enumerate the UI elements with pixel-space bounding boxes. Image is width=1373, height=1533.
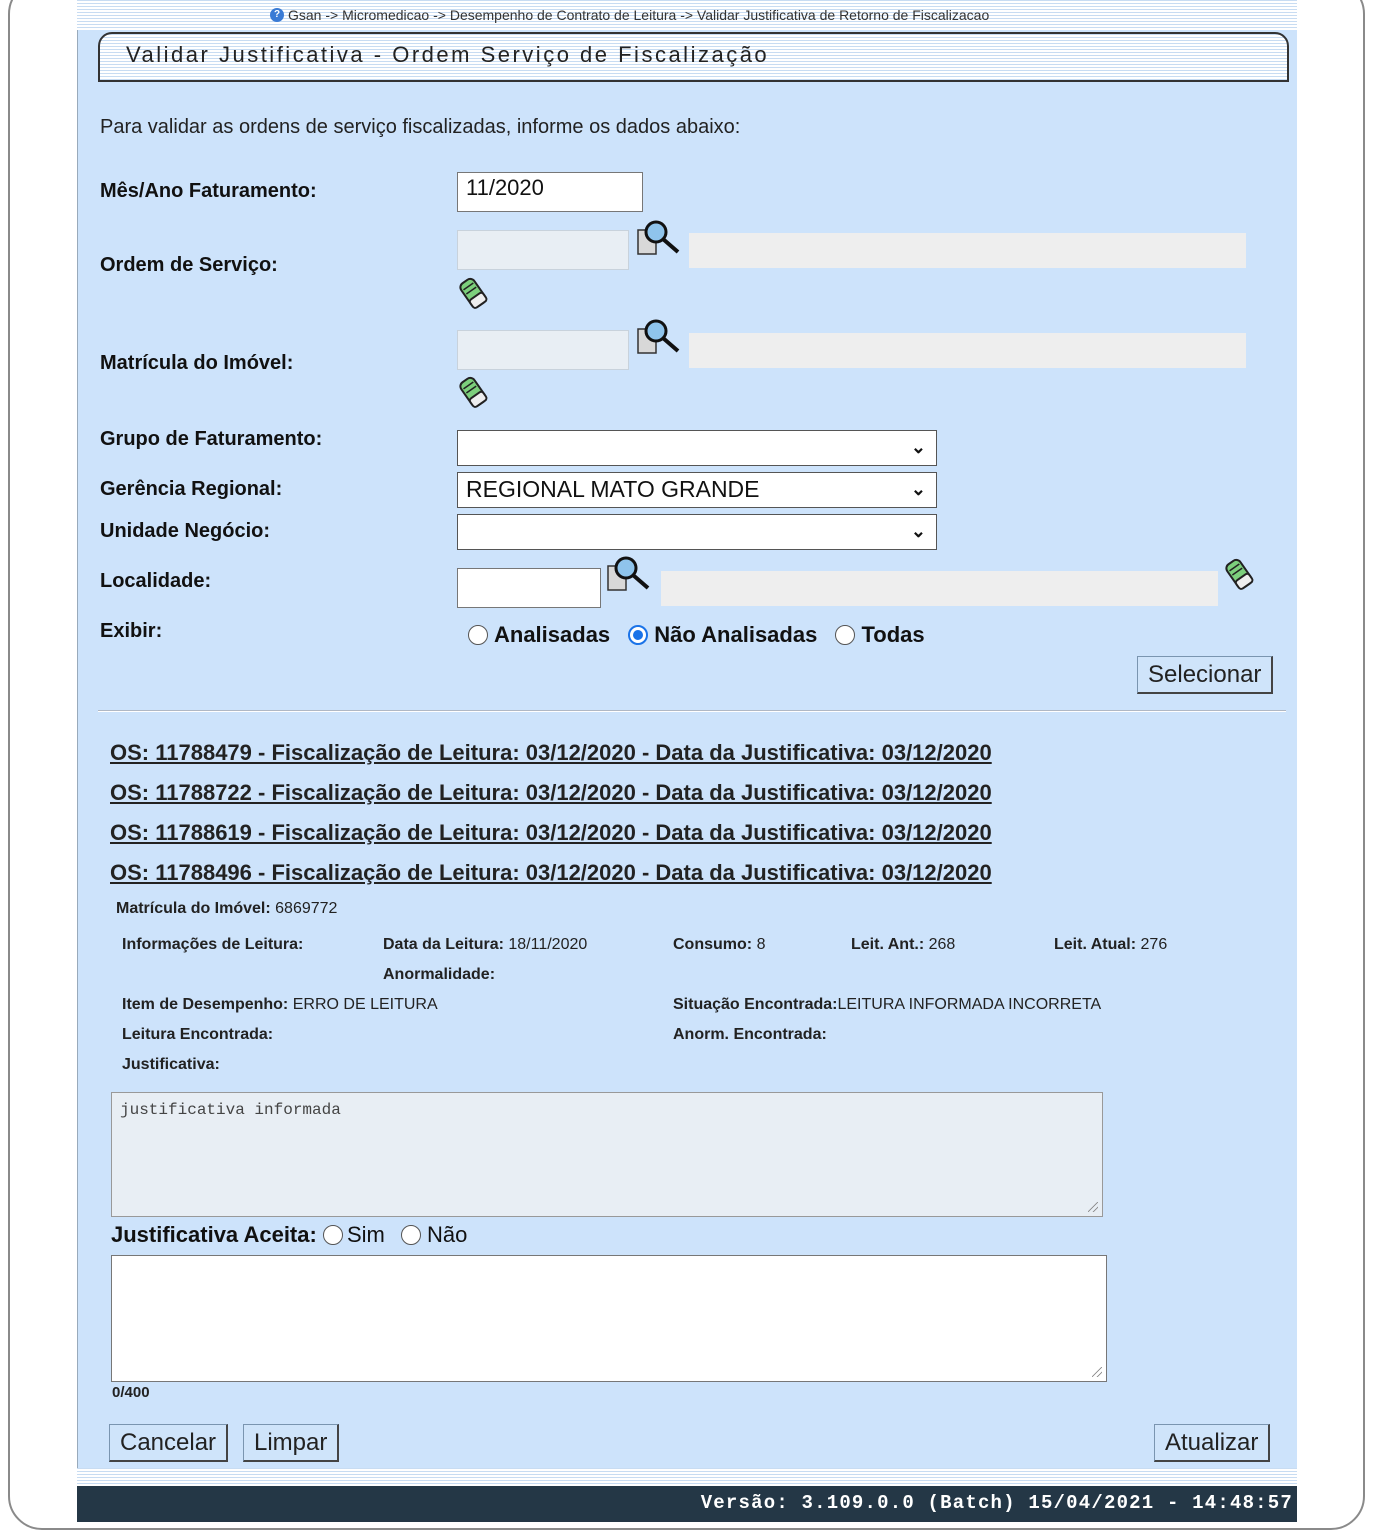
mes-ano-label: Mês/Ano Faturamento: [100,180,317,202]
justificativa-text: justificativa informada [120,1101,341,1119]
ordem-servico-desc [689,233,1246,268]
situacao-encontrada-value: LEITURA INFORMADA INCORRETA [837,996,1102,1013]
radio-nao-analisadas[interactable] [628,625,649,645]
consumo-value: 8 [756,936,766,953]
intro-text: Para validar as ordens de serviço fiscal… [100,116,741,138]
os-link[interactable]: OS: 11788722 - Fiscalização de Leitura: … [110,780,992,806]
search-localidade-icon[interactable] [606,554,654,596]
page-title: Validar Justificativa - Ordem Serviço de… [126,42,770,67]
search-ordem-icon[interactable] [636,218,684,260]
gerencia-regional-value: REGIONAL MATO GRANDE [466,476,760,502]
consumo: Consumo: 8 [673,936,766,953]
os-link[interactable]: OS: 11788619 - Fiscalização de Leitura: … [110,820,992,846]
eraser-localidade-icon[interactable] [1224,556,1254,592]
main-panel: Validar Justificativa - Ordem Serviço de… [77,30,1297,1468]
anormalidade-label: Anormalidade: [383,966,496,983]
footer-stripes [77,1468,1297,1486]
unidade-negocio-select[interactable]: ⌄ [457,514,937,550]
mes-ano-input[interactable]: 11/2020 [457,172,643,212]
grupo-faturamento-label: Grupo de Faturamento: [100,428,323,450]
os-link[interactable]: OS: 11788479 - Fiscalização de Leitura: … [110,740,992,766]
unidade-negocio-label: Unidade Negócio: [100,520,271,542]
leit-atual-value: 276 [1140,936,1168,953]
anorm-encontrada-label: Anorm. Encontrada: [673,1026,827,1043]
separator [98,710,1286,712]
radio-nao-analisadas-label: Não Analisadas [654,622,818,647]
breadcrumb: ? Gsan -> Micromedicao -> Desempenho de … [270,6,1297,24]
selecionar-button[interactable]: Selecionar [1137,656,1274,694]
localidade-input[interactable] [457,568,601,608]
help-icon[interactable]: ? [270,8,284,22]
gerencia-regional-select[interactable]: REGIONAL MATO GRANDE ⌄ [457,472,937,508]
ordem-servico-label: Ordem de Serviço: [100,254,278,276]
exibir-label: Exibir: [100,620,163,642]
chevron-down-icon: ⌄ [910,479,926,499]
data-leitura-value: 18/11/2020 [508,936,588,953]
cancelar-button[interactable]: Cancelar [109,1424,229,1462]
atualizar-button[interactable]: Atualizar [1154,1424,1271,1462]
detail-matricula-value: 6869772 [275,900,338,917]
resize-handle-icon[interactable] [1092,1367,1102,1377]
breadcrumb-text: Gsan -> Micromedicao -> Desempenho de Co… [288,7,990,23]
localidade-desc [661,571,1218,606]
exibir-radio-group: Analisadas Não Analisadas Todas [468,622,937,648]
chevron-down-icon: ⌄ [910,437,926,457]
leit-atual: Leit. Atual: 276 [1054,936,1168,953]
radio-todas-label: Todas [861,622,925,647]
justificativa-label: Justificativa: [122,1056,220,1073]
leit-ant-value: 268 [928,936,956,953]
radio-nao[interactable] [400,1225,421,1245]
justificativa-textarea: justificativa informada [111,1092,1103,1217]
resize-handle-icon[interactable] [1088,1202,1098,1212]
os-link[interactable]: OS: 11788496 - Fiscalização de Leitura: … [110,860,992,886]
radio-analisadas[interactable] [468,625,488,645]
radio-nao-label: Não [426,1222,468,1247]
detail-matricula: Matrícula do Imóvel: 6869772 [116,900,337,918]
observacao-textarea[interactable] [111,1255,1107,1382]
item-desempenho-value: ERRO DE LEITURA [292,996,438,1013]
matricula-label: Matrícula do Imóvel: [100,352,294,374]
version-footer: Versão: 3.109.0.0 (Batch) 15/04/2021 - 1… [77,1486,1297,1522]
justificativa-aceita-label: Justificativa Aceita: [111,1222,317,1247]
matricula-desc [689,333,1246,368]
chevron-down-icon: ⌄ [910,521,926,541]
leitura-encontrada-label: Leitura Encontrada: [122,1026,274,1043]
limpar-button[interactable]: Limpar [243,1424,340,1462]
eraser-matricula-icon[interactable] [458,374,488,410]
grupo-faturamento-select[interactable]: ⌄ [457,430,937,466]
search-matricula-icon[interactable] [636,317,684,359]
leit-ant: Leit. Ant.: 268 [851,936,956,953]
radio-todas[interactable] [835,625,856,645]
title-box: Validar Justificativa - Ordem Serviço de… [98,32,1289,82]
ordem-servico-input[interactable] [457,230,629,270]
char-counter: 0/400 [112,1384,150,1401]
radio-sim-label: Sim [346,1222,385,1247]
situacao-encontrada: Situação Encontrada:LEITURA INFORMADA IN… [673,996,1102,1013]
gerencia-regional-label: Gerência Regional: [100,478,283,500]
data-leitura: Data da Leitura: 18/11/2020 [383,936,588,953]
matricula-input[interactable] [457,330,629,370]
item-desempenho: Item de Desempenho: ERRO DE LEITURA [122,996,438,1013]
info-leitura-label: Informações de Leitura: [122,936,304,953]
radio-sim[interactable] [322,1225,343,1245]
detail-matricula-label: Matrícula do Imóvel: [116,900,271,917]
justificativa-aceita-row: Justificativa Aceita: Sim Não [111,1222,467,1248]
radio-analisadas-label: Analisadas [494,622,611,647]
eraser-ordem-icon[interactable] [458,275,488,311]
localidade-label: Localidade: [100,570,212,592]
